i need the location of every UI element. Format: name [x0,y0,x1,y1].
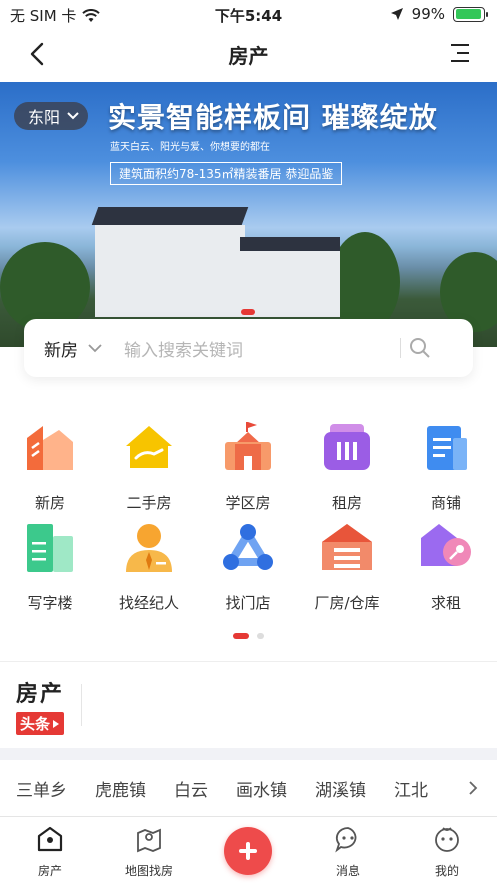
category-label: 租房 [331,494,362,512]
search-type-label: 新房 [44,340,78,361]
new-house-icon [27,426,73,470]
building-image [240,237,340,317]
category-label: 学区房 [225,494,271,512]
headline-title: 房产 [16,682,65,707]
status-right: 99% [390,5,488,23]
chevron-right-icon[interactable] [465,780,481,796]
tree-decoration [330,232,400,332]
agent-icon [126,524,172,572]
property-headlines[interactable]: 房产 头条 [16,676,65,735]
chevron-down-icon [67,112,79,120]
office-building-icon [27,524,73,572]
town-item[interactable]: 虎鹿镇 [95,776,146,801]
battery-icon [453,6,488,22]
pager-dot-active [233,633,249,639]
town-item[interactable]: 白云 [174,776,208,801]
tab-map-search[interactable]: 地图找房 [109,825,189,879]
building-image [91,207,249,317]
status-bar: 无 SIM 卡 下午5:44 99% [0,0,497,30]
town-item[interactable]: 三单乡 [16,776,67,801]
map-tab-icon [137,828,161,853]
category-label: 找门店 [225,594,271,612]
category-agent[interactable]: 找经纪人 [104,520,194,613]
category-label: 求租 [430,594,461,612]
tab-property[interactable]: 房产 [10,825,90,879]
category-rental[interactable]: 租房 [302,420,392,513]
divider [81,684,82,726]
tab-label: 消息 [335,864,360,878]
search-divider [400,338,401,358]
store-icon [223,524,273,570]
category-office[interactable]: 写字楼 [5,520,95,613]
second-hand-icon [126,426,172,468]
category-seek-rent[interactable]: 求租 [401,520,491,613]
headline-badge: 头条 [16,712,65,735]
town-filter-bar: 三单乡 虎鹿镇 白云 画水镇 湖溪镇 江北 [0,760,497,816]
banner-tag: 建筑面积约78-135㎡精装番居 恭迎品鉴 [110,162,343,185]
banner-indicator [241,309,255,315]
search-input[interactable]: 输入搜索关键词 [124,336,400,361]
promo-banner[interactable]: 东阳 实景智能样板间 璀璨绽放 蓝天白云、阳光与爱、你想要的都在 建筑面积约78… [0,82,497,347]
home-tab-icon [37,826,63,852]
publish-button[interactable] [224,827,272,875]
section-gap [0,748,497,760]
category-label: 商铺 [430,494,461,512]
tab-label: 我的 [434,864,459,878]
category-warehouse[interactable]: 厂房/仓库 [302,520,392,613]
category-pager [0,633,497,639]
play-triangle-icon [53,719,60,728]
search-bar: 新房 输入搜索关键词 [24,319,473,377]
town-item[interactable]: 画水镇 [236,776,287,801]
category-second-hand[interactable]: 二手房 [104,420,194,513]
shop-icon [427,426,467,470]
tab-label: 房产 [37,864,62,878]
category-new-house[interactable]: 新房 [5,420,95,513]
tab-profile[interactable]: 我的 [407,825,487,879]
tab-messages[interactable]: 消息 [308,825,388,879]
category-store[interactable]: 找门店 [203,520,293,613]
town-item[interactable]: 湖溪镇 [315,776,366,801]
warehouse-icon [322,524,372,570]
town-item[interactable]: 江北 [394,776,428,801]
category-label: 新房 [34,494,65,512]
category-label: 二手房 [126,494,172,512]
category-label: 找经纪人 [118,594,179,612]
location-arrow-icon [390,8,403,20]
tab-bar: 房产 地图找房 消息 我的 [0,817,497,883]
city-label: 东阳 [28,108,61,127]
rental-icon [324,424,370,470]
school-district-icon [225,422,271,470]
chevron-down-icon [88,343,102,352]
category-label: 写字楼 [27,594,73,612]
profile-tab-icon [435,827,459,852]
city-selector[interactable]: 东阳 [14,102,89,130]
category-school-district[interactable]: 学区房 [203,420,293,513]
battery-percent: 99% [411,5,445,23]
seek-rent-icon [421,524,471,566]
search-icon[interactable] [409,337,431,359]
banner-headline: 实景智能样板间 璀璨绽放 [108,101,438,134]
headline-badge-label: 头条 [20,715,51,733]
search-type-dropdown[interactable]: 新房 [44,336,102,361]
divider [0,661,497,662]
category-shop[interactable]: 商铺 [401,420,491,513]
message-tab-icon [335,827,357,853]
menu-icon[interactable] [449,42,471,64]
category-label: 厂房/仓库 [314,594,380,612]
pager-dot[interactable] [257,633,264,639]
page-title: 房产 [228,44,269,68]
tab-label: 地图找房 [124,864,173,878]
banner-subline: 蓝天白云、阳光与爱、你想要的都在 [110,142,270,153]
nav-bar: 房产 [0,30,497,78]
